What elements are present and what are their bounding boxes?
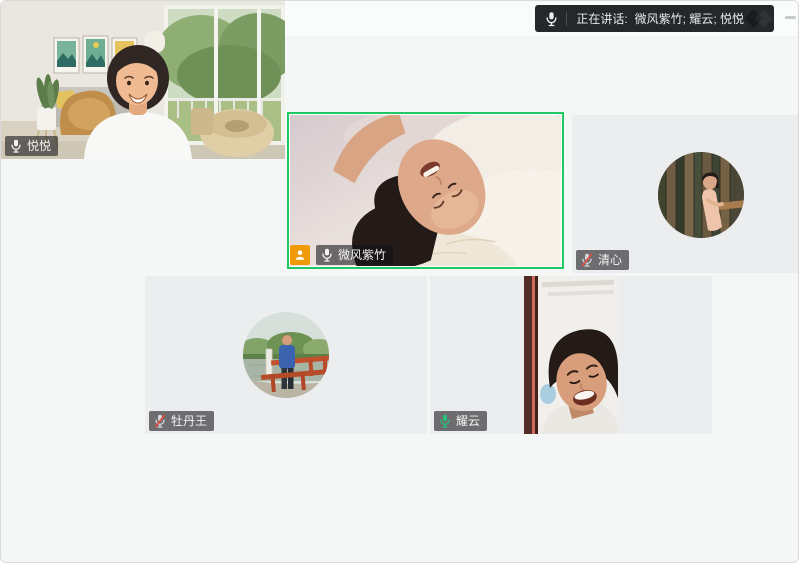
participant-tile[interactable]: 清心	[572, 115, 799, 273]
now-speaking-names: 微风紫竹; 耀云; 悦悦	[635, 12, 744, 26]
participant-name-badge: 清心	[576, 250, 629, 270]
participant-tile[interactable]: 悦悦	[1, 1, 285, 159]
mic-muted-icon	[154, 414, 166, 428]
participant-name: 清心	[598, 250, 622, 270]
participant-tile[interactable]: 耀云	[430, 276, 712, 434]
banner-divider	[566, 12, 567, 26]
video-feed	[524, 276, 618, 434]
participant-name-badge: 耀云	[434, 411, 487, 431]
mic-on-icon	[321, 248, 333, 262]
panel-collapse-handle[interactable]	[785, 16, 796, 19]
mic-on-icon	[10, 139, 22, 153]
avatar	[658, 152, 744, 238]
participant-tile[interactable]: 牡丹王	[145, 276, 427, 434]
participant-name: 悦悦	[27, 136, 51, 156]
video-feed	[290, 115, 561, 266]
participant-tile-active-speaker[interactable]: 微风紫竹	[287, 112, 564, 269]
avatar	[243, 312, 329, 398]
participant-name-badge: 牡丹王	[149, 411, 214, 431]
host-badge	[290, 245, 310, 265]
mic-muted-icon	[581, 253, 593, 267]
participant-name: 牡丹王	[171, 411, 207, 431]
participant-name-badge: 悦悦	[5, 136, 58, 156]
meeting-window: 会议详情 01:09:42 正在讲话:微风紫竹; 耀云; 悦悦	[0, 0, 799, 563]
host-person-icon	[294, 249, 306, 261]
banner-mic-icon	[545, 11, 558, 27]
now-speaking-label: 正在讲话:	[576, 12, 627, 26]
participant-name: 耀云	[456, 411, 480, 431]
mic-speaking-icon	[439, 414, 451, 428]
now-speaking-banner: 正在讲话: 微风紫竹; 耀云; 悦悦	[535, 5, 774, 32]
participant-name: 微风紫竹	[338, 245, 386, 265]
participant-name-badge: 微风紫竹	[316, 245, 393, 265]
